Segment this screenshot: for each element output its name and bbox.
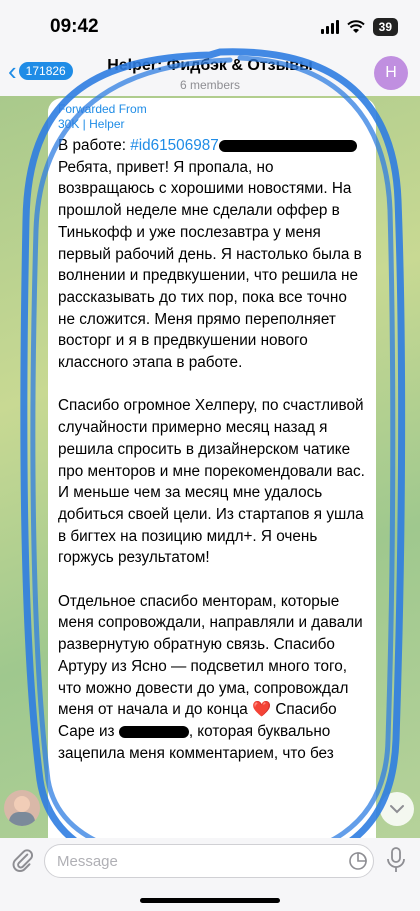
message-paragraph-1: Ребята, привет! Я пропала, но возвращаюс… [58,158,362,372]
message-input-bar [0,838,420,911]
status-icons: 39 [320,18,398,36]
microphone-icon[interactable] [384,846,408,874]
battery-indicator: 39 [372,18,398,36]
message-input[interactable] [44,844,374,878]
hashtag-link[interactable]: #id61506987 [130,137,218,154]
chat-area: Forwarded From 30K | Helper В работе: #i… [0,96,420,838]
wifi-icon [346,20,365,33]
message-text: В работе: #id61506987 Ребята, привет! Я … [58,135,366,764]
chat-header: ‹ 171826 Helper: Фидбэк & Отзывы 6 membe… [0,52,420,94]
message-paragraph-3-start: Отдельное спасибо менторам, которые меня… [58,592,363,719]
signal-icon [320,20,339,34]
message-paragraph-2: Спасибо огромное Хелперу, по счастливой … [58,397,365,567]
sticker-icon[interactable] [348,851,368,871]
chat-members-count: 6 members [179,78,241,92]
redaction-mark-2 [118,725,189,738]
redaction-mark [218,139,357,152]
home-indicator [140,898,280,903]
message-first-line: В работе: #id61506987 [58,135,366,157]
forwarded-source-link[interactable]: 30K | Helper [58,117,366,132]
work-status-label: В работе: [58,137,131,154]
heart-emoji: ❤️ [252,701,272,719]
message-bubble[interactable]: Forwarded From 30K | Helper В работе: #i… [48,98,376,838]
scroll-down-button[interactable] [380,792,414,826]
message-paragraph-3: Отдельное спасибо менторам, которые меня… [58,591,366,765]
paperclip-icon[interactable] [10,848,36,874]
forwarded-label: Forwarded From [58,102,147,116]
sender-avatar[interactable] [4,790,40,826]
chat-title[interactable]: Helper: Фидбэк & Отзывы [0,57,420,75]
chevron-down-icon [390,805,404,814]
group-avatar[interactable]: H [374,56,408,90]
status-time: 09:42 [50,16,99,37]
status-bar: 09:42 39 [0,0,420,52]
